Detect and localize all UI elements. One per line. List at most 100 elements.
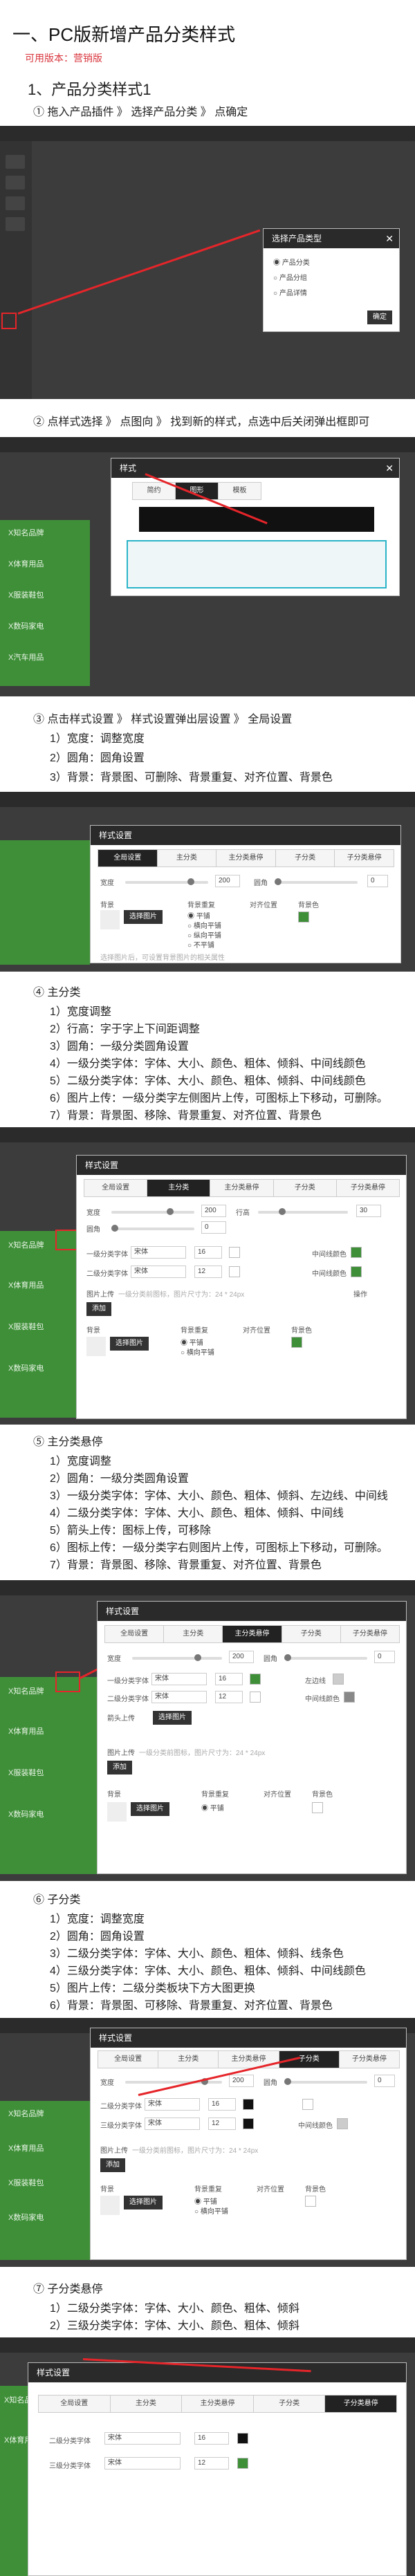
panel-icon[interactable]: [6, 217, 25, 231]
font1-color-swatch[interactable]: [229, 1247, 240, 1258]
font1-family-select[interactable]: 宋体: [151, 1673, 207, 1685]
type-option-group[interactable]: ○ 产品分组: [273, 272, 307, 282]
font1-size-select[interactable]: 16: [194, 1246, 222, 1259]
font2-family-select[interactable]: 宋体: [145, 2098, 200, 2111]
midline-color-swatch[interactable]: [351, 1247, 362, 1258]
lineheight-input[interactable]: 30: [356, 1205, 381, 1217]
tab-sub[interactable]: 子分类: [273, 1179, 337, 1197]
radius-slider[interactable]: [111, 1225, 194, 1232]
tab-main-hover[interactable]: 主分类悬停: [181, 2395, 254, 2413]
tab-global[interactable]: 全局设置: [98, 2050, 159, 2068]
tab-main[interactable]: 主分类: [158, 2050, 219, 2068]
midline-color-swatch[interactable]: [344, 1692, 355, 1703]
font3-size-select[interactable]: 12: [194, 2457, 229, 2470]
midline-color-swatch[interactable]: [351, 1266, 362, 1277]
panel-icon[interactable]: [6, 176, 25, 189]
panel-icon[interactable]: [6, 196, 25, 210]
tab-sub-hover[interactable]: 子分类悬停: [338, 2050, 400, 2068]
width-slider[interactable]: [125, 2078, 222, 2085]
tab-sub[interactable]: 子分类: [252, 2395, 326, 2413]
slider-handle[interactable]: [167, 1208, 174, 1215]
width-input[interactable]: 200: [215, 875, 240, 887]
tab-main[interactable]: 主分类: [163, 1625, 223, 1643]
tab-global[interactable]: 全局设置: [98, 849, 158, 867]
slider-handle[interactable]: [111, 1225, 118, 1232]
tab-main[interactable]: 主分类: [109, 2395, 183, 2413]
bgcolor-swatch[interactable]: [305, 2196, 316, 2207]
width-input[interactable]: 200: [201, 1205, 226, 1217]
font3-color-swatch[interactable]: [237, 2458, 248, 2469]
add-button[interactable]: 添加: [86, 1302, 111, 1316]
type-option-detail[interactable]: ○ 产品详情: [273, 287, 307, 297]
tab-sub[interactable]: 子分类: [281, 1625, 341, 1643]
font2-family-select[interactable]: 宋体: [151, 1691, 207, 1703]
panel-icon[interactable]: [6, 155, 25, 169]
font2-size-select[interactable]: 16: [194, 2432, 229, 2445]
add-button[interactable]: 添加: [100, 2158, 125, 2172]
font2-color-swatch[interactable]: [250, 1692, 261, 1703]
tab-sub-hover[interactable]: 子分类悬停: [334, 849, 394, 867]
repeat-option[interactable]: ◉ 平铺: [187, 910, 210, 920]
repeat-option[interactable]: ◉ 平铺: [201, 1802, 224, 1813]
bgcolor-swatch[interactable]: [291, 1337, 302, 1348]
width-slider[interactable]: [125, 878, 208, 885]
tab-template[interactable]: 模板: [218, 482, 261, 500]
width-slider[interactable]: [111, 1208, 194, 1215]
font3-family-select[interactable]: 宋体: [145, 2118, 200, 2130]
radius-input[interactable]: 0: [367, 875, 388, 887]
radius-slider[interactable]: [284, 2078, 367, 2085]
repeat-option[interactable]: ◉ 平铺: [181, 1337, 203, 1347]
pick-image-button[interactable]: 选择图片: [153, 1711, 192, 1725]
width-input[interactable]: 200: [229, 2075, 254, 2087]
font1-family-select[interactable]: 宋体: [131, 1246, 186, 1259]
tab-global[interactable]: 全局设置: [104, 1625, 165, 1643]
tab-sub-hover[interactable]: 子分类悬停: [340, 1625, 400, 1643]
font2-color-swatch[interactable]: [243, 2099, 254, 2110]
font1-size-select[interactable]: 16: [215, 1673, 243, 1685]
tab-main-hover[interactable]: 主分类悬停: [222, 1625, 282, 1643]
bgcolor-swatch[interactable]: [298, 911, 309, 923]
font3-size-select[interactable]: 12: [208, 2118, 236, 2130]
font2-size-select[interactable]: 16: [208, 2098, 236, 2111]
tab-main[interactable]: 主分类: [156, 849, 217, 867]
pick-image-button[interactable]: 选择图片: [131, 1802, 169, 1816]
line-color-swatch[interactable]: [302, 2099, 313, 2110]
pick-image-button[interactable]: 选择图片: [124, 2196, 163, 2209]
midline-color-swatch[interactable]: [337, 2118, 348, 2129]
tab-main-hover[interactable]: 主分类悬停: [216, 849, 276, 867]
tab-sub[interactable]: 子分类: [275, 849, 335, 867]
radius-input[interactable]: 0: [374, 1651, 395, 1663]
width-input[interactable]: 200: [229, 1651, 254, 1663]
tab-main-hover[interactable]: 主分类悬停: [210, 1179, 274, 1197]
pick-image-button[interactable]: 选择图片: [110, 1337, 149, 1351]
tab-main-hover[interactable]: 主分类悬停: [218, 2050, 279, 2068]
repeat-option[interactable]: ○ 不平铺: [187, 939, 214, 949]
lineheight-slider[interactable]: [258, 1208, 348, 1215]
font1-color-swatch[interactable]: [250, 1674, 261, 1685]
pick-image-button[interactable]: 选择图片: [124, 910, 163, 924]
font2-size-select[interactable]: 12: [215, 1691, 243, 1703]
repeat-option[interactable]: ○ 横向平铺: [187, 920, 221, 930]
tab-global[interactable]: 全局设置: [38, 2395, 111, 2413]
tab-global[interactable]: 全局设置: [84, 1179, 148, 1197]
font2-color-swatch[interactable]: [229, 1266, 240, 1277]
font2-family-select[interactable]: 宋体: [131, 1266, 186, 1278]
tab-sub-hover[interactable]: 子分类悬停: [335, 1179, 400, 1197]
font2-size-select[interactable]: 12: [194, 1266, 222, 1278]
radius-input[interactable]: 0: [201, 1221, 226, 1234]
slider-handle[interactable]: [284, 1654, 291, 1661]
leftline-color-swatch[interactable]: [333, 1674, 344, 1685]
repeat-option[interactable]: ○ 横向平铺: [181, 1346, 214, 1357]
slider-handle[interactable]: [279, 1208, 286, 1215]
font2-color-swatch[interactable]: [237, 2433, 248, 2444]
repeat-option[interactable]: ○ 横向平铺: [194, 2205, 228, 2216]
tab-sub-hover[interactable]: 子分类悬停: [324, 2395, 397, 2413]
new-style-preview[interactable]: [127, 540, 387, 589]
close-icon[interactable]: ✕: [385, 229, 394, 248]
add-button[interactable]: 添加: [107, 1761, 132, 1775]
radius-slider[interactable]: [275, 878, 358, 885]
repeat-option[interactable]: ○ 纵向平铺: [187, 929, 221, 940]
bgcolor-swatch[interactable]: [312, 1802, 323, 1813]
radius-slider[interactable]: [284, 1654, 367, 1661]
slider-handle[interactable]: [284, 2078, 291, 2085]
